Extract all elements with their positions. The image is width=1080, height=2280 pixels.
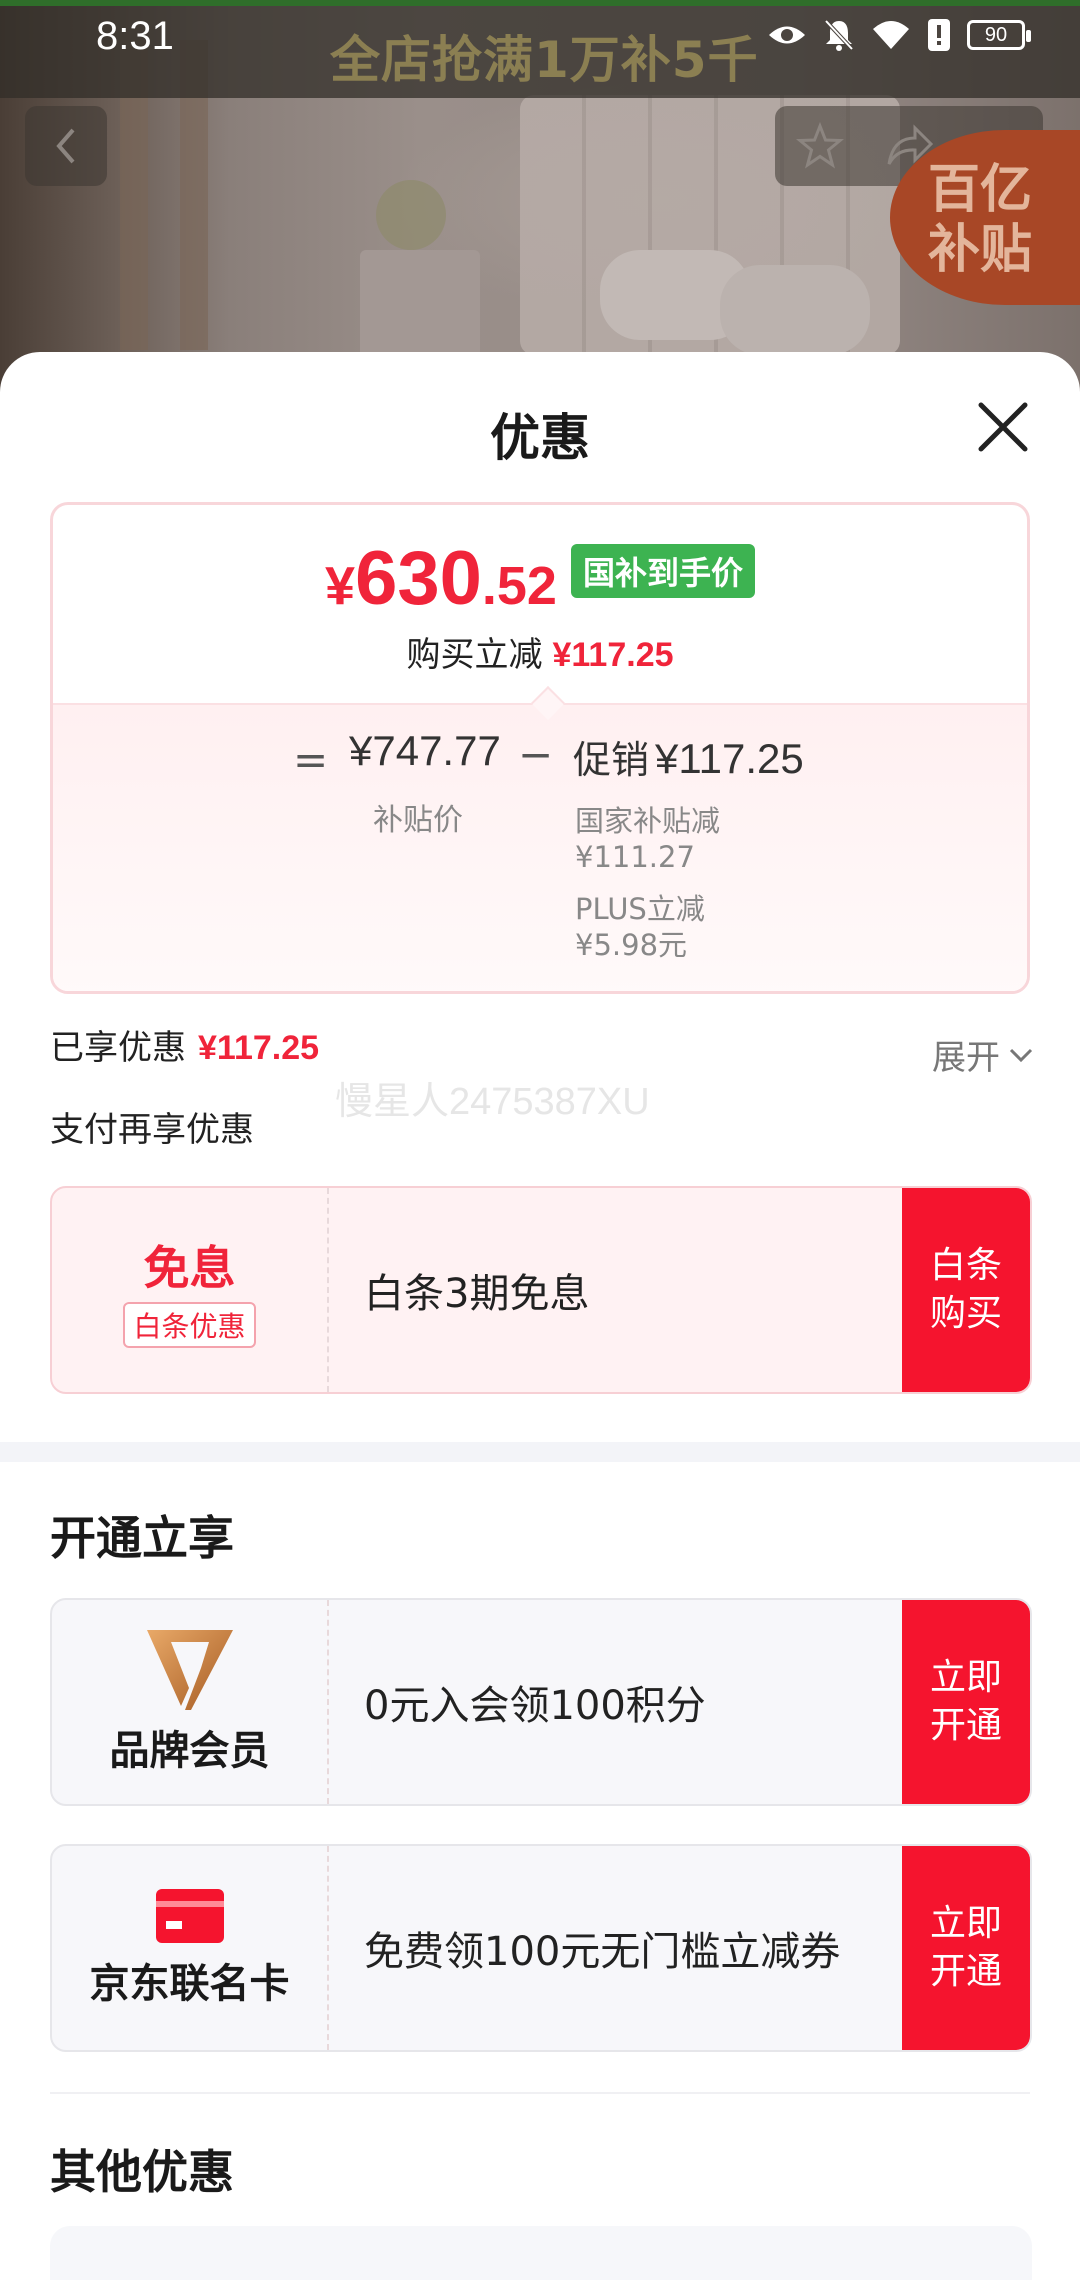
chevron-down-icon xyxy=(1009,1048,1033,1062)
cobrand-card-open-line1: 立即 xyxy=(929,1903,1002,1944)
promotion-label: 促销 xyxy=(573,738,650,782)
chevron-left-icon xyxy=(56,128,75,164)
sheet-title: 优惠 xyxy=(490,409,590,467)
divider-line xyxy=(50,2092,1030,2094)
brand-member-open-button[interactable]: 立即 开通 xyxy=(902,1600,1030,1804)
national-subsidy-tag: 国补到手价 xyxy=(570,543,755,598)
cobrand-card-label: 京东联名卡 xyxy=(89,1961,290,2007)
subsidy-badge-line1: 百亿 xyxy=(928,160,1033,220)
expand-label: 展开 xyxy=(932,1038,1000,1078)
cobrand-card-text: 免费领100元无门槛立减券 xyxy=(364,1929,841,1975)
flowers-shape xyxy=(376,180,446,250)
price-breakdown-card: ¥ 630 .52 国补到手价 购买立减 ¥117.25 = ¥747.77 补贴… xyxy=(50,502,1030,994)
wifi-icon xyxy=(873,21,909,49)
brand-member-logo-icon xyxy=(146,1630,233,1710)
credit-card-icon xyxy=(155,1889,224,1943)
breakdown-notch xyxy=(531,686,565,720)
minus-sign: − xyxy=(518,730,554,779)
status-icons: 90 xyxy=(767,18,1031,52)
promotion-amount: ¥117.25 xyxy=(655,735,804,782)
cobrand-card-left: 京东联名卡 xyxy=(52,1846,329,2050)
price-decimal: .52 xyxy=(481,556,557,616)
baitiao-badge: 白条优惠 xyxy=(123,1302,256,1348)
plus-discount-amount: ¥5.98元 xyxy=(575,928,688,962)
baitiao-buy-line1: 白条 xyxy=(929,1245,1002,1286)
other-offer-card[interactable] xyxy=(50,2226,1032,2280)
national-subsidy-label: 国家补贴减 xyxy=(575,804,721,838)
brand-member-open-line1: 立即 xyxy=(929,1657,1002,1698)
promotion-total: 促销 ¥117.25 xyxy=(573,729,804,784)
price-breakdown: = ¥747.77 补贴价 − 促销 ¥117.25 国家补贴减 ¥111.27 … xyxy=(53,686,1027,991)
banner-accent-line xyxy=(0,0,1080,6)
cobrand-card-offer[interactable]: 京东联名卡 免费领100元无门槛立减券 立即开通 xyxy=(50,1844,1032,2052)
price-currency: ¥ xyxy=(325,556,356,616)
status-time: 8:31 xyxy=(96,14,174,58)
subsidy-badge-line2: 补贴 xyxy=(928,220,1033,280)
open-section-title: 开通立享 xyxy=(50,1511,234,1565)
baitiao-buy-line2: 购买 xyxy=(929,1293,1002,1334)
promo-banner-text: 全店抢满1万补5千 xyxy=(330,31,759,89)
expand-toggle[interactable]: 展开 xyxy=(932,1030,1034,1079)
cobrand-card-open-line2: 开通 xyxy=(929,1951,1002,1992)
instant-discount-amount: ¥117.25 xyxy=(552,636,674,674)
mute-bell-icon xyxy=(824,19,854,51)
price-integer: 630 xyxy=(355,536,482,621)
instant-discount-label: 购买立减 xyxy=(406,635,543,675)
pay-more-label: 支付再享优惠 xyxy=(50,1110,254,1150)
enjoyed-label: 已享优惠 xyxy=(50,1028,186,1068)
subsidy-price: ¥747.77 xyxy=(349,727,501,774)
close-icon[interactable] xyxy=(975,399,1031,455)
battery-icon: 90 xyxy=(967,20,1031,50)
national-subsidy-amount: ¥111.27 xyxy=(575,840,695,874)
eye-icon xyxy=(769,26,805,44)
discount-sheet: 优惠 ¥ 630 .52 国补到手价 购买立减 ¥117.25 = ¥747.77… xyxy=(0,352,1080,2280)
instant-discount: 购买立减 ¥117.25 xyxy=(53,627,1027,676)
star-icon[interactable] xyxy=(795,122,844,170)
brand-member-text: 0元入会领100积分 xyxy=(364,1683,706,1729)
enjoyed-amount: ¥117.25 xyxy=(198,1029,320,1067)
back-button[interactable] xyxy=(25,106,107,186)
baitiao-offer-text: 白条3期免息 xyxy=(364,1271,590,1317)
alert-icon xyxy=(928,19,950,51)
cobrand-card-open-button[interactable]: 立即 开通 xyxy=(902,1846,1030,2050)
other-section-title: 其他优惠 xyxy=(50,2145,234,2199)
equals-sign: = xyxy=(293,735,329,784)
enjoyed-discount: 已享优惠 ¥117.25 xyxy=(50,1020,319,1069)
plus-discount-label: PLUS立减 xyxy=(575,892,705,926)
section-divider xyxy=(0,1442,1080,1462)
brand-member-open-line2: 开通 xyxy=(929,1705,1002,1746)
baitiao-buy-button[interactable]: 白条 购买 xyxy=(902,1188,1030,1392)
final-price: ¥ 630 .52 国补到手价 xyxy=(53,535,1027,622)
baitiao-offer-left: 免息 白条优惠 xyxy=(52,1188,329,1392)
brand-member-card[interactable]: 品牌会员 0元入会领100积分 立即开通 xyxy=(50,1598,1032,1806)
interest-free-title: 免息 xyxy=(143,1241,236,1295)
pillow-shape xyxy=(720,265,870,355)
brand-member-left: 品牌会员 xyxy=(52,1600,329,1804)
watermark: 慢星人2475387XU xyxy=(335,1081,650,1123)
baitiao-offer-card[interactable]: 免息 白条优惠 白条3期免息 白条购买 xyxy=(50,1186,1032,1394)
subsidy-price-label: 补贴价 xyxy=(373,803,463,838)
brand-member-label: 品牌会员 xyxy=(109,1728,270,1774)
